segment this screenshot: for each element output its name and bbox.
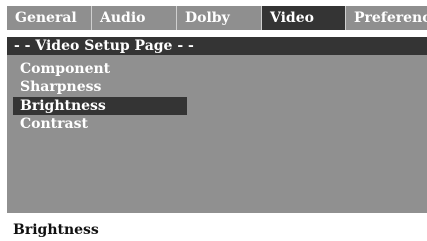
tab-general[interactable]: General (7, 6, 91, 30)
tab-bar: General Audio Dolby Video Preference (7, 6, 427, 30)
status-label: Brightness (13, 222, 99, 238)
menu-item-component[interactable]: Component (13, 60, 187, 78)
tab-dolby[interactable]: Dolby (177, 6, 261, 30)
menu-item-brightness[interactable]: Brightness (13, 97, 187, 115)
tab-video[interactable]: Video (262, 6, 345, 30)
page-title: - - Video Setup Page - - (7, 37, 427, 55)
tab-audio[interactable]: Audio (92, 6, 176, 30)
tab-preference[interactable]: Preference (346, 6, 427, 30)
settings-panel: Component Sharpness Brightness Contrast (7, 55, 427, 213)
menu-item-sharpness[interactable]: Sharpness (13, 78, 187, 96)
video-setup-screen: General Audio Dolby Video Preference - -… (0, 0, 427, 241)
menu-item-contrast[interactable]: Contrast (13, 115, 187, 133)
